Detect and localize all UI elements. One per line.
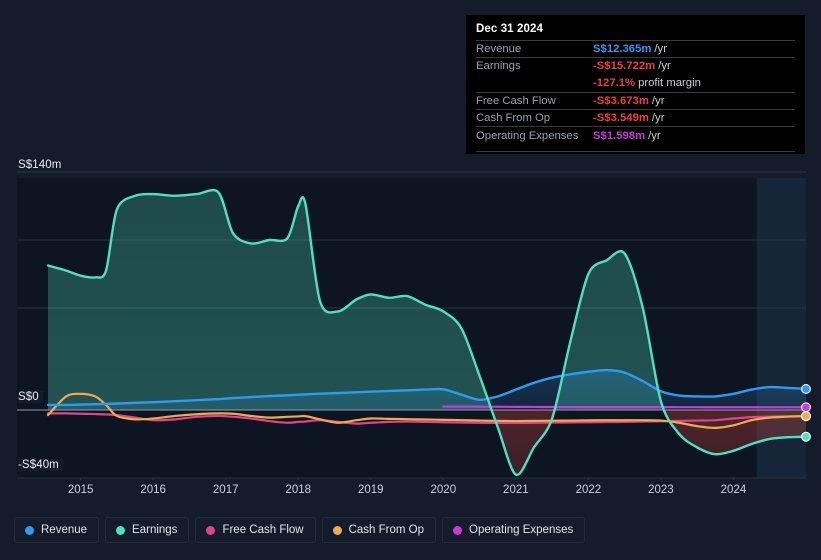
tooltip-row: Free Cash Flow-S$3.673m/yr [476,92,795,109]
legend-color-dot-icon [333,526,342,535]
endpoint-dot-revenue[interactable] [802,385,811,394]
tooltip-row-label: Operating Expenses [476,130,593,142]
tooltip-row-value: S$12.365m [593,43,651,55]
endpoint-dot-operating-expenses[interactable] [802,403,811,412]
x-axis-label: 2020 [431,484,457,496]
tooltip-row-unit: /yr [652,95,665,107]
x-axis-label: 2022 [576,484,602,496]
tooltip-row: Earnings-S$15.722m/yr [476,57,795,74]
tooltip-date: Dec 31 2024 [476,23,795,40]
tooltip-row-value: -S$3.549m [593,112,649,124]
y-axis-label-bottom: -S$40m [18,459,63,471]
x-axis-label: 2015 [68,484,94,496]
tooltip-row-unit: /yr [658,60,671,72]
y-axis-label-zero: S$0 [18,391,43,403]
tooltip-bottom-divider [476,151,795,152]
legend-item-label: Operating Expenses [469,524,573,536]
legend-item-label: Revenue [41,524,87,536]
endpoint-dot-earnings[interactable] [802,432,811,441]
tooltip-row-unit: /yr [652,112,665,124]
legend-item-revenue[interactable]: Revenue [14,517,99,543]
legend-color-dot-icon [453,526,462,535]
chart-svg [0,170,821,480]
tooltip-row-value: S$1.598m [593,130,645,142]
legend-item-free-cash-flow[interactable]: Free Cash Flow [195,517,315,543]
tooltip-row-extra: profit margin [638,77,701,89]
x-axis-label: 2024 [721,484,747,496]
data-tooltip: Dec 31 2024 RevenueS$12.365m/yrEarnings-… [466,15,805,154]
tooltip-row-unit: /yr [648,130,661,142]
tooltip-row-label: Earnings [476,60,593,72]
tooltip-row-label: Free Cash Flow [476,95,593,107]
legend-item-label: Cash From Op [349,524,424,536]
tooltip-row-value: -127.1% [593,77,635,89]
legend-item-operating-expenses[interactable]: Operating Expenses [442,517,585,543]
endpoint-dot-cash-from-op[interactable] [802,412,811,421]
x-axis-label: 2017 [213,484,239,496]
x-axis-label: 2018 [285,484,311,496]
tooltip-row-value: -S$15.722m [593,60,655,72]
x-axis-labels: 2015 2016 2017 2018 2019 2020 2021 2022 2023 2024 [0,484,821,504]
tooltip-row-label: Cash From Op [476,112,593,124]
tooltip-row-value: -S$3.673m [593,95,649,107]
legend-item-cash-from-op[interactable]: Cash From Op [322,517,436,543]
legend-color-dot-icon [206,526,215,535]
chart-legend[interactable]: Revenue Earnings Free Cash Flow Cash From O… [14,517,585,543]
tooltip-row: Operating ExpensesS$1.598m/yr [476,126,795,143]
legend-item-label: Earnings [132,524,177,536]
x-axis-label: 2016 [140,484,166,496]
legend-color-dot-icon [116,526,125,535]
legend-color-dot-icon [25,526,34,535]
tooltip-rows: RevenueS$12.365m/yrEarnings-S$15.722m/yr… [476,40,795,144]
tooltip-row: -127.1%profit margin [476,75,795,92]
y-axis-label-top: S$140m [18,159,65,171]
legend-item-earnings[interactable]: Earnings [105,517,189,543]
legend-item-label: Free Cash Flow [222,524,303,536]
tooltip-row: RevenueS$12.365m/yr [476,40,795,57]
series-line-operating-expenses[interactable] [443,407,806,408]
tooltip-row-label: Revenue [476,43,593,55]
tooltip-row-unit: /yr [654,43,667,55]
x-axis-label: 2021 [503,484,529,496]
financial-chart-screenshot: S$140m S$0 -S$40m 2015201620172018201920… [0,0,821,560]
x-axis-label: 2019 [358,484,384,496]
x-axis-label: 2023 [648,484,674,496]
chart-plot-area[interactable] [0,170,821,480]
tooltip-row: Cash From Op-S$3.549m/yr [476,109,795,126]
